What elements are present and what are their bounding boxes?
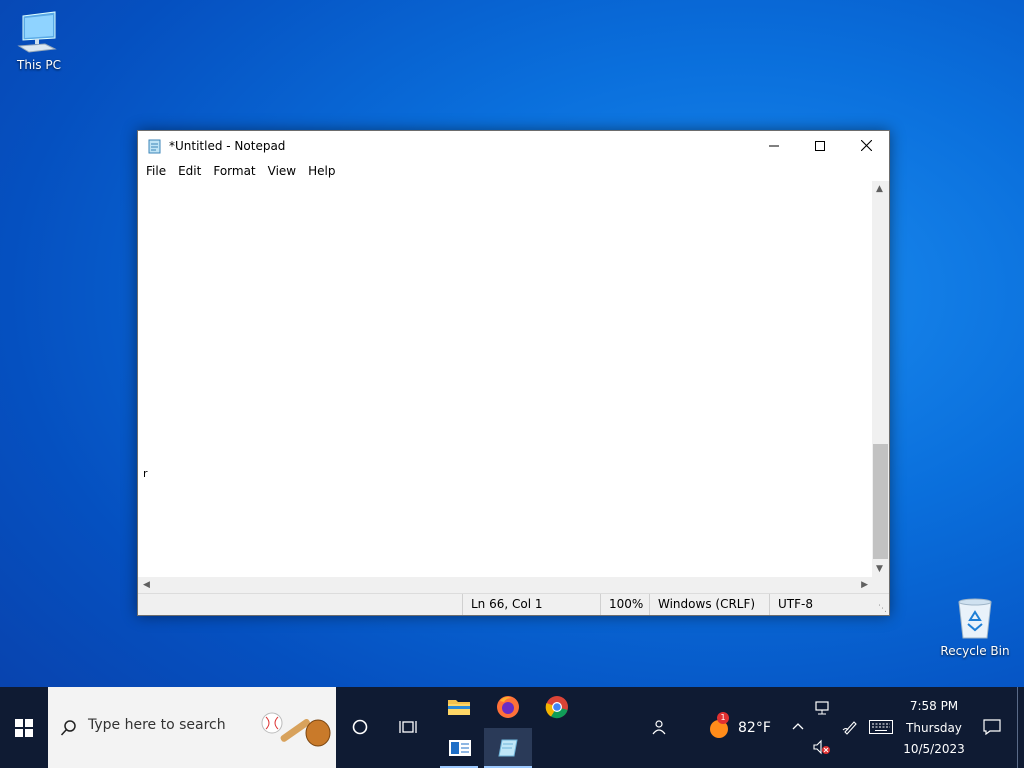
horizontal-scrollbar[interactable]: ◀ ▶ <box>138 577 873 594</box>
scroll-down-icon[interactable]: ▼ <box>876 564 883 574</box>
start-button[interactable] <box>0 687 48 768</box>
scroll-up-icon[interactable]: ▲ <box>876 184 883 194</box>
vertical-scroll-thumb[interactable] <box>873 444 888 559</box>
taskbar-chrome[interactable] <box>543 693 571 721</box>
maximize-icon <box>815 140 825 151</box>
scroll-left-icon[interactable]: ◀ <box>143 580 150 590</box>
news-icon <box>449 740 471 756</box>
status-bar: Ln 66, Col 1 100% Windows (CRLF) UTF-8 ⋱ <box>138 593 889 615</box>
maximize-button[interactable] <box>797 131 843 160</box>
editor-text: r <box>143 467 148 480</box>
recycle-bin-label: Recycle Bin <box>940 644 1010 658</box>
status-encoding: UTF-8 <box>769 594 869 615</box>
pen-icon <box>842 721 857 735</box>
status-position: Ln 66, Col 1 <box>462 594 600 615</box>
minimize-icon <box>769 145 779 146</box>
menu-view[interactable]: View <box>262 164 302 178</box>
taskbar: Type here to search 1 82°F 7:58 PM Thurs… <box>0 687 1024 768</box>
menu-help[interactable]: Help <box>302 164 341 178</box>
cortana-circle-icon <box>352 719 368 735</box>
network-tray-button[interactable] <box>812 698 832 718</box>
title-bar[interactable]: *Untitled - Notepad <box>138 131 889 160</box>
scroll-right-icon[interactable]: ▶ <box>861 580 868 590</box>
notepad-window: *Untitled - Notepad File Edit Format Vie… <box>137 130 890 616</box>
search-icon <box>60 720 76 736</box>
taskbar-search-box[interactable]: Type here to search <box>48 687 336 768</box>
taskbar-file-explorer[interactable] <box>445 693 473 721</box>
menu-bar: File Edit Format View Help <box>138 160 889 181</box>
taskbar-firefox[interactable] <box>494 693 522 721</box>
taskbar-clock[interactable]: 7:58 PM Thursday 10/5/2023 <box>900 697 968 761</box>
text-editor[interactable]: r <box>138 181 873 610</box>
search-placeholder: Type here to search <box>88 717 226 733</box>
taskbar-notepad[interactable] <box>484 728 532 768</box>
volume-muted-icon <box>813 739 830 755</box>
touch-keyboard-button[interactable] <box>868 717 894 737</box>
windows-logo-icon <box>15 718 33 737</box>
desktop-icon-recycle-bin[interactable]: Recycle Bin <box>937 594 1013 658</box>
menu-format[interactable]: Format <box>207 164 261 178</box>
show-desktop-button[interactable] <box>1017 687 1018 768</box>
chrome-icon <box>545 696 568 719</box>
status-zoom: 100% <box>600 594 652 615</box>
keyboard-icon <box>869 720 893 734</box>
desktop-icon-this-pc[interactable]: This PC <box>1 8 77 72</box>
folder-icon <box>448 700 470 715</box>
people-button[interactable] <box>648 715 668 739</box>
weather-widget[interactable]: 1 <box>706 712 732 740</box>
clock-time: 7:58 PM <box>909 699 959 713</box>
volume-tray-button[interactable] <box>812 737 832 757</box>
menu-file[interactable]: File <box>140 164 172 178</box>
notepad-taskbar-icon <box>498 739 518 757</box>
people-icon <box>652 720 666 735</box>
weather-temperature[interactable]: 82°F <box>738 720 771 736</box>
window-title: *Untitled - Notepad <box>169 138 286 153</box>
menu-edit[interactable]: Edit <box>172 164 207 178</box>
baseball-doodle-icon[interactable] <box>258 709 336 749</box>
pen-workspace-button[interactable] <box>840 717 860 737</box>
recycle-bin-icon <box>951 594 999 642</box>
notepad-app-icon <box>147 138 163 154</box>
this-pc-icon <box>15 8 63 56</box>
cortana-button[interactable] <box>348 715 372 739</box>
show-hidden-icons-button[interactable] <box>789 717 807 735</box>
weather-badge: 1 <box>717 712 729 724</box>
action-center-button[interactable] <box>980 715 1004 739</box>
clock-day: Thursday <box>906 721 962 735</box>
notification-icon <box>983 719 1001 735</box>
minimize-button[interactable] <box>751 131 797 160</box>
chevron-up-icon <box>792 723 804 730</box>
clock-date: 10/5/2023 <box>903 742 965 756</box>
taskbar-news[interactable] <box>446 736 474 760</box>
this-pc-label: This PC <box>17 58 61 72</box>
vertical-scrollbar[interactable]: ▲ ▼ <box>872 181 889 577</box>
task-view-button[interactable] <box>396 715 420 739</box>
scrollbar-corner <box>872 577 889 594</box>
status-line-endings: Windows (CRLF) <box>649 594 769 615</box>
close-icon <box>860 140 872 151</box>
firefox-icon <box>497 696 519 718</box>
network-icon <box>815 701 829 715</box>
resize-grip-icon[interactable]: ⋱ <box>878 604 887 614</box>
close-button[interactable] <box>843 131 889 160</box>
task-view-icon <box>399 721 417 733</box>
